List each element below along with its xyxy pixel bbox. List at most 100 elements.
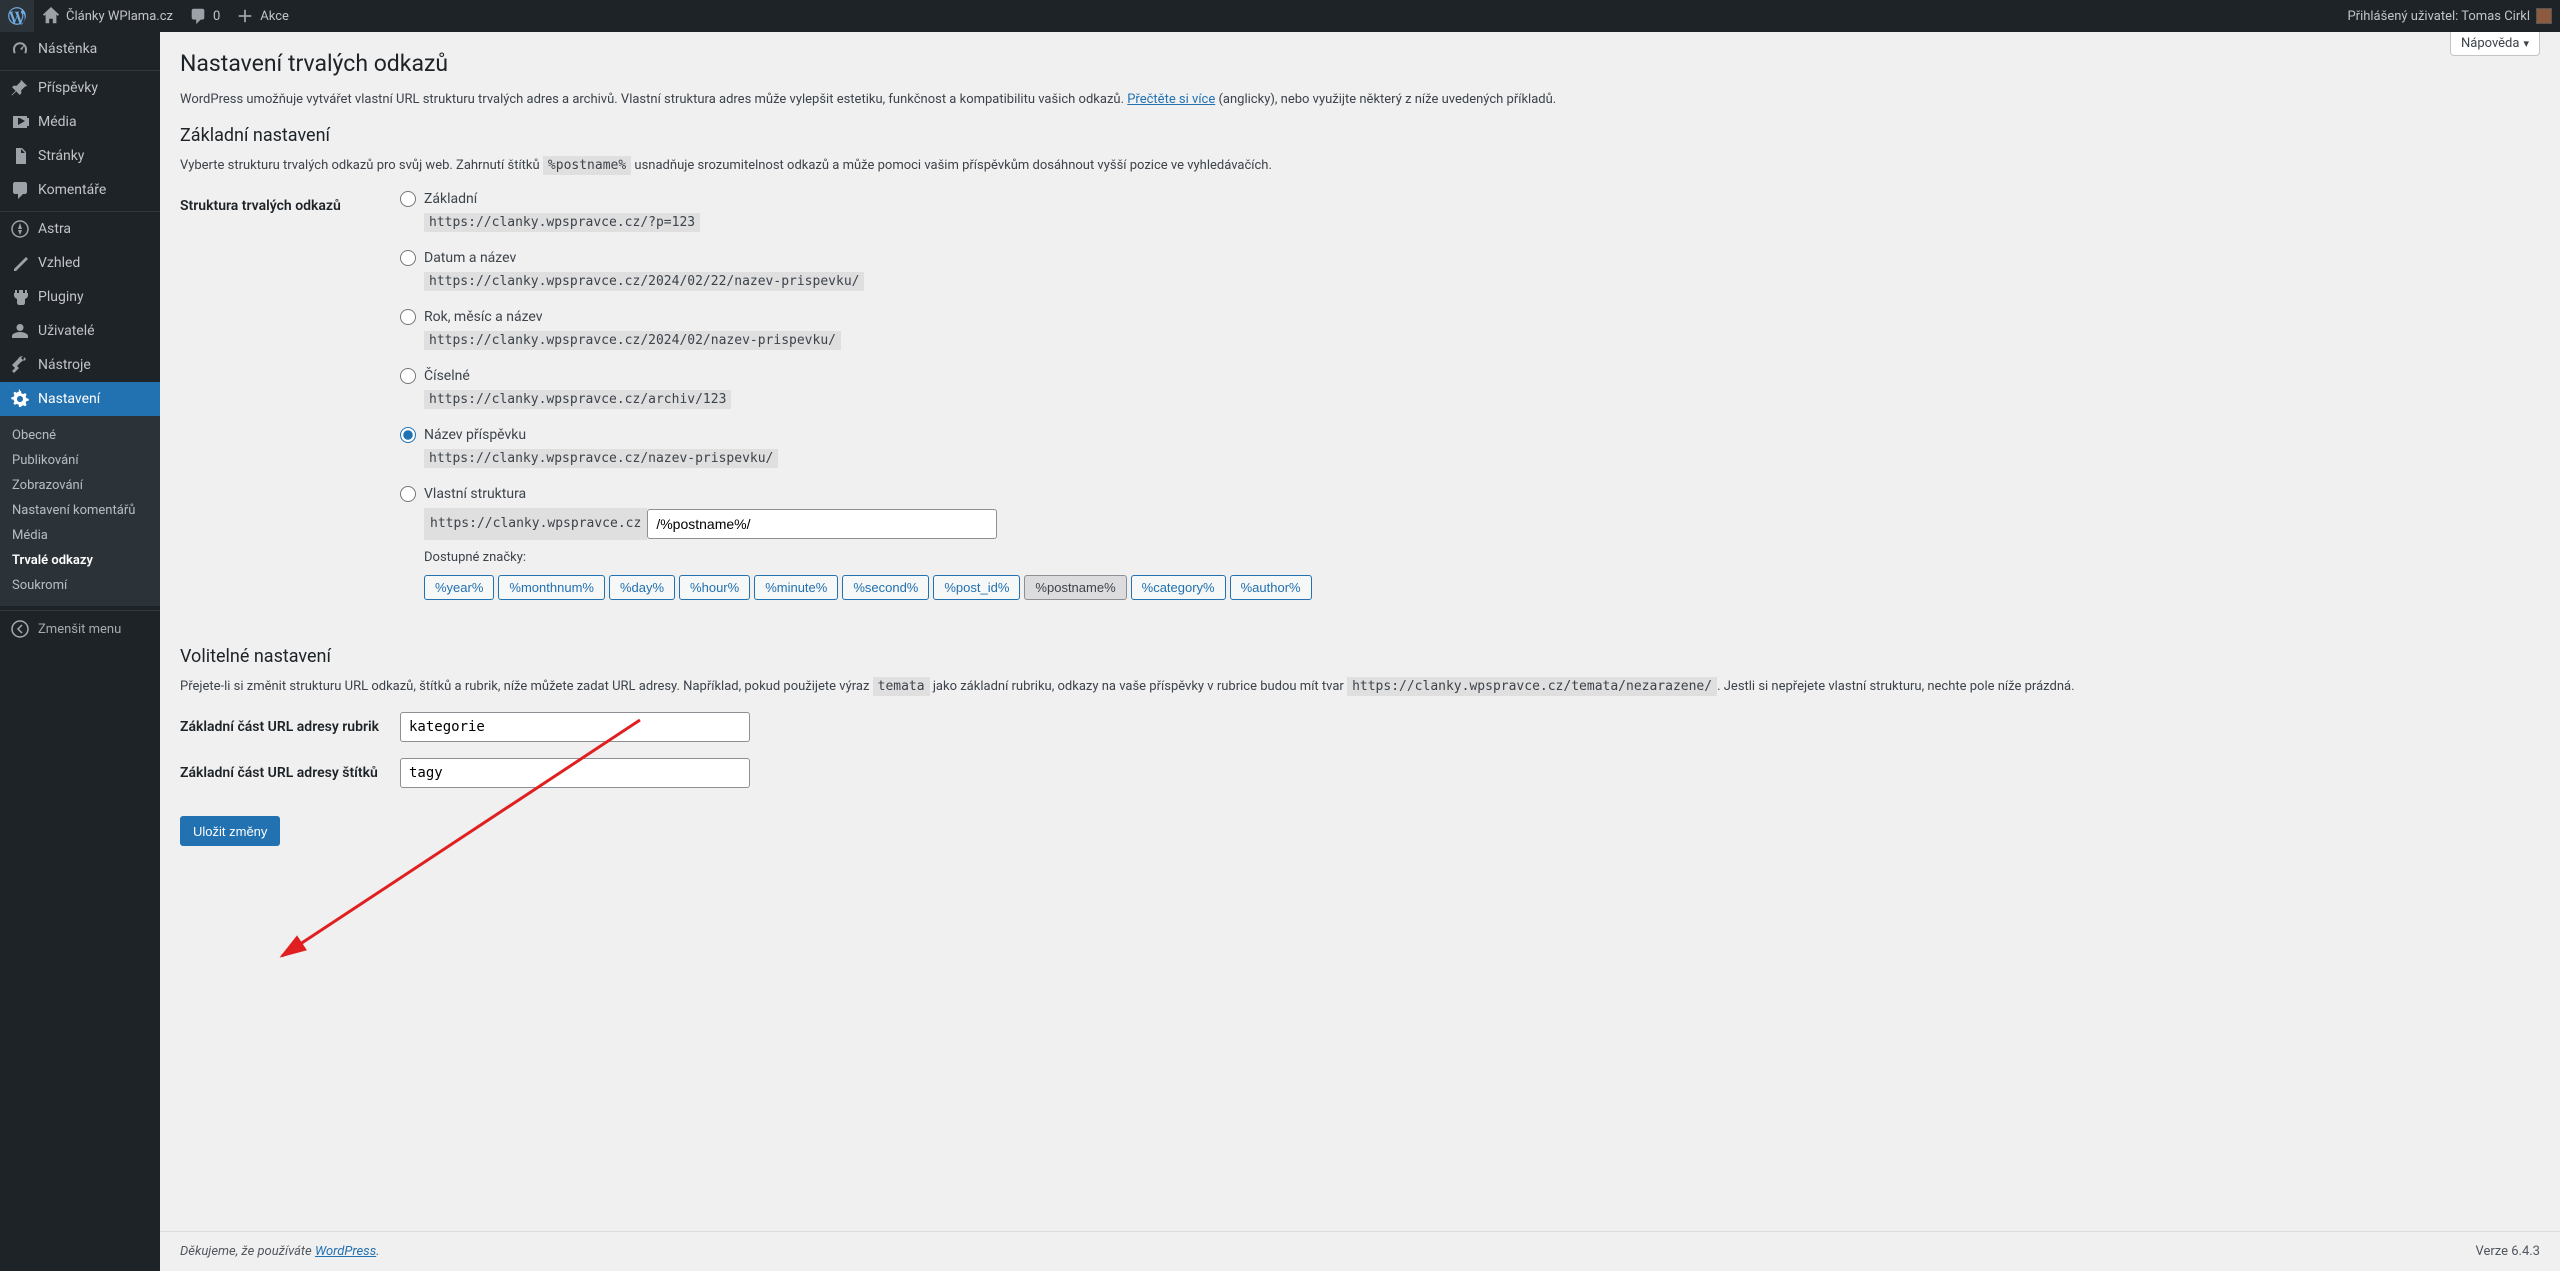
option-numeric-radio[interactable] xyxy=(400,368,416,384)
menu-media[interactable]: Média xyxy=(0,105,160,139)
tag-button[interactable]: %monthnum% xyxy=(498,575,605,600)
footer-wordpress-link[interactable]: WordPress xyxy=(315,1244,376,1259)
new-content-label: Akce xyxy=(260,9,289,24)
dashboard-icon xyxy=(10,39,30,59)
menu-dashboard[interactable]: Nástěnka xyxy=(0,32,160,66)
content-area: Nápověda Nastavení trvalých odkazů WordP… xyxy=(160,32,2560,1271)
new-content-link[interactable]: Akce xyxy=(228,0,297,32)
user-account-menu[interactable]: Přihlášený uživatel: Tomas Cirkl xyxy=(2339,0,2560,32)
tag-button[interactable]: %postname% xyxy=(1024,575,1126,600)
option-monthname-url: https://clanky.wpspravce.cz/2024/02/naze… xyxy=(424,331,841,350)
category-base-input[interactable] xyxy=(400,712,750,742)
tag-button[interactable]: %hour% xyxy=(679,575,750,600)
menu-astra[interactable]: Astra xyxy=(0,212,160,246)
submenu-general[interactable]: Obecné xyxy=(0,423,160,448)
option-dayname-label[interactable]: Datum a název xyxy=(424,250,516,266)
menu-users-label: Uživatelé xyxy=(38,323,95,339)
admin-bar: Články WPlama.cz 0 Akce Přihlášený uživa… xyxy=(0,0,2560,32)
menu-plugins-label: Pluginy xyxy=(38,289,84,305)
menu-settings[interactable]: Nastavení xyxy=(0,382,160,416)
common-settings-desc: Vyberte strukturu trvalých odkazů pro sv… xyxy=(180,158,2540,173)
footer-version: Verze 6.4.3 xyxy=(2475,1244,2540,1259)
tools-icon xyxy=(10,355,30,375)
custom-structure-input[interactable] xyxy=(647,509,997,539)
option-postname-radio[interactable] xyxy=(400,427,416,443)
tag-button[interactable]: %minute% xyxy=(754,575,838,600)
submenu-reading[interactable]: Zobrazování xyxy=(0,473,160,498)
media-icon xyxy=(10,112,30,132)
tag-button[interactable]: %author% xyxy=(1230,575,1312,600)
plugins-icon xyxy=(10,287,30,307)
menu-comments[interactable]: Komentáře xyxy=(0,173,160,207)
option-monthname-label[interactable]: Rok, měsíc a název xyxy=(424,309,543,325)
optional-code-1: temata xyxy=(873,677,930,696)
option-postname-label[interactable]: Název příspěvku xyxy=(424,427,526,443)
common-desc-2: usnadňuje srozumitelnost odkazů a může p… xyxy=(631,158,1272,173)
tag-base-label: Základní část URL adresy štítků xyxy=(180,750,400,796)
comments-link[interactable]: 0 xyxy=(181,0,228,32)
submenu-writing[interactable]: Publikování xyxy=(0,448,160,473)
menu-settings-label: Nastavení xyxy=(38,391,100,407)
menu-pages[interactable]: Stránky xyxy=(0,139,160,173)
greeting-text: Přihlášený uživatel: Tomas Cirkl xyxy=(2347,9,2530,24)
wordpress-icon xyxy=(8,7,26,25)
menu-appearance[interactable]: Vzhled xyxy=(0,246,160,280)
save-changes-button[interactable]: Uložit změny xyxy=(180,816,280,846)
option-custom-row: Vlastní struktura xyxy=(400,486,2530,502)
pin-icon xyxy=(10,78,30,98)
tag-button[interactable]: %day% xyxy=(609,575,675,600)
intro-paragraph: WordPress umožňuje vytvářet vlastní URL … xyxy=(180,92,2540,107)
tag-base-input[interactable] xyxy=(400,758,750,788)
comments-count: 0 xyxy=(213,9,220,24)
option-monthname-radio[interactable] xyxy=(400,309,416,325)
menu-tools[interactable]: Nástroje xyxy=(0,348,160,382)
tag-button[interactable]: %year% xyxy=(424,575,494,600)
optional-desc-3: . Jestli si nepřejete vlastní strukturu,… xyxy=(1717,679,2074,694)
menu-users[interactable]: Uživatelé xyxy=(0,314,160,348)
tag-button[interactable]: %post_id% xyxy=(933,575,1020,600)
collapse-menu-button[interactable]: Zmenšit menu xyxy=(0,611,160,647)
settings-icon xyxy=(10,389,30,409)
wp-logo-menu[interactable] xyxy=(0,0,34,32)
admin-footer: Děkujeme, že používáte WordPress. Verze … xyxy=(160,1231,2560,1271)
submenu-discussion[interactable]: Nastavení komentářů xyxy=(0,498,160,523)
option-postname-row: Název příspěvku xyxy=(400,427,2530,443)
page-title: Nastavení trvalých odkazů xyxy=(180,32,2540,86)
optional-settings-desc: Přejete-li si změnit strukturu URL odkaz… xyxy=(180,679,2540,694)
tag-button[interactable]: %second% xyxy=(842,575,929,600)
submenu-permalinks[interactable]: Trvalé odkazy xyxy=(0,548,160,573)
option-dayname-url: https://clanky.wpspravce.cz/2024/02/22/n… xyxy=(424,272,864,291)
admin-menu: Nástěnka Příspěvky Média Stránky Komentá… xyxy=(0,32,160,1271)
avatar xyxy=(2536,8,2552,24)
menu-dashboard-label: Nástěnka xyxy=(38,41,97,57)
available-tags-label: Dostupné značky: xyxy=(424,550,2530,565)
option-plain-radio[interactable] xyxy=(400,191,416,207)
footer-thanks-text: Děkujeme, že používáte xyxy=(180,1244,315,1259)
collapse-icon xyxy=(10,619,30,639)
read-more-link[interactable]: Přečtěte si více xyxy=(1127,92,1215,107)
submenu-media[interactable]: Média xyxy=(0,523,160,548)
option-custom-label[interactable]: Vlastní struktura xyxy=(424,486,526,502)
menu-plugins[interactable]: Pluginy xyxy=(0,280,160,314)
tag-button[interactable]: %category% xyxy=(1131,575,1226,600)
help-tab[interactable]: Nápověda xyxy=(2450,32,2540,56)
submenu-privacy[interactable]: Soukromí xyxy=(0,573,160,598)
option-dayname-radio[interactable] xyxy=(400,250,416,266)
menu-appearance-label: Vzhled xyxy=(38,255,80,271)
option-custom-radio[interactable] xyxy=(400,486,416,502)
optional-code-2: https://clanky.wpspravce.cz/temata/nezar… xyxy=(1347,677,1717,696)
menu-posts[interactable]: Příspěvky xyxy=(0,71,160,105)
site-name-link[interactable]: Články WPlama.cz xyxy=(34,0,181,32)
menu-comments-label: Komentáře xyxy=(38,182,106,198)
astra-icon xyxy=(10,219,30,239)
menu-pages-label: Stránky xyxy=(38,148,84,164)
option-postname-url: https://clanky.wpspravce.cz/nazev-prispe… xyxy=(424,449,778,468)
option-plain-label[interactable]: Základní xyxy=(424,191,477,207)
help-tab-label: Nápověda xyxy=(2461,36,2519,51)
optional-table: Základní část URL adresy rubrik Základní… xyxy=(180,704,2540,796)
plus-icon xyxy=(236,7,254,25)
option-numeric-label[interactable]: Číselné xyxy=(424,368,470,384)
comments-icon xyxy=(189,7,207,25)
menu-astra-label: Astra xyxy=(38,221,71,237)
common-desc-1: Vyberte strukturu trvalých odkazů pro sv… xyxy=(180,158,543,173)
